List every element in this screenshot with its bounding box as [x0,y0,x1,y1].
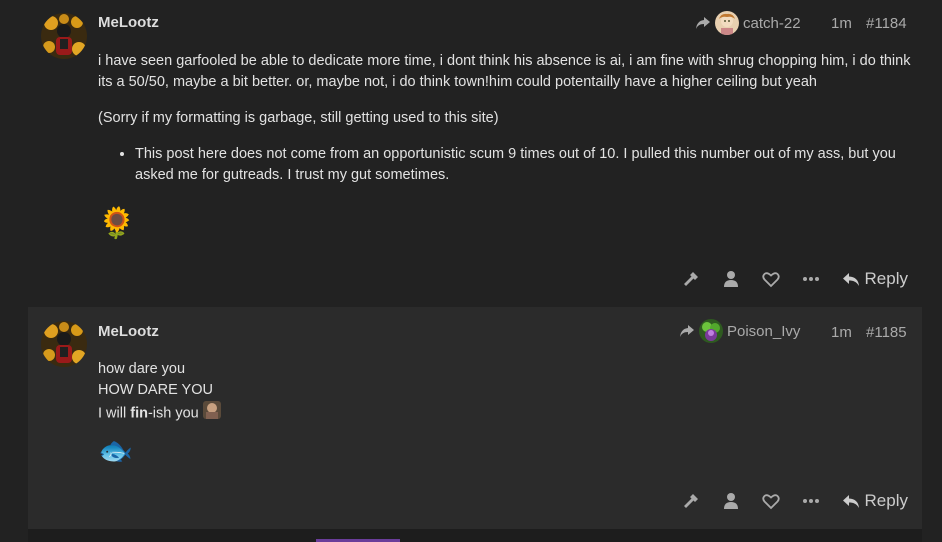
user-icon[interactable] [722,492,740,510]
sunflower-emoji: 🌻 [98,207,136,240]
post-time[interactable]: 1m [831,324,852,341]
reply-to-username: Poison_Ivy [727,322,801,340]
post-body: i have seen garfooled be able to dedicat… [98,51,918,186]
reply-arrow-icon [842,494,859,508]
user-icon[interactable] [722,270,740,288]
like-heart-icon[interactable] [761,493,780,510]
line-text: -ish you [147,405,199,422]
username[interactable]: MeLootz [98,323,159,340]
post-body: how dare you HOW DARE YOU I will fin-ish… [98,359,918,426]
share-arrow-icon [696,17,710,29]
reply-button[interactable]: Reply [842,269,908,289]
custom-emoji-icon [202,401,221,426]
post-number[interactable]: #1184 [866,15,907,32]
fish-emoji: 🐟 [98,435,133,466]
line-text: I will [98,405,131,422]
reply-to-tab[interactable]: catch-22 [695,11,801,35]
reply-button[interactable]: Reply [842,491,908,511]
admin-wrench-icon[interactable] [682,492,700,510]
avatar[interactable] [41,321,87,367]
bullet-list: This post here does not come from an opp… [98,144,918,186]
like-heart-icon[interactable] [761,271,780,288]
post-1184: MeLootz catch-22 1m #1184 i have seen ga… [28,0,922,307]
admin-wrench-icon[interactable] [682,270,700,288]
bold-text: fin [130,405,148,422]
reply-to-tab[interactable]: Poison_Ivy [679,319,800,343]
list-item: This post here does not come from an opp… [135,144,918,186]
reply-avatar [715,11,739,35]
post-line: I will fin-ish you [98,401,918,426]
post-time[interactable]: 1m [831,15,852,32]
post-paragraph: (Sorry if my formatting is garbage, stil… [98,110,499,126]
next-post-edge [28,529,922,542]
reply-label: Reply [864,491,908,510]
post-number[interactable]: #1185 [866,324,907,341]
more-options-icon[interactable] [802,498,820,504]
reply-avatar [699,319,723,343]
avatar[interactable] [41,13,87,59]
reply-to-username: catch-22 [743,14,801,32]
share-arrow-icon [680,325,694,337]
reply-label: Reply [864,269,908,288]
post-1185: MeLootz Poison_Ivy 1m #1185 how dare you… [28,307,922,529]
post-actions: Reply [682,491,908,511]
more-options-icon[interactable] [802,276,820,282]
post-paragraph: i have seen garfooled be able to dedicat… [98,53,911,90]
reply-arrow-icon [842,272,859,286]
post-actions: Reply [682,269,908,289]
username[interactable]: MeLootz [98,14,159,31]
post-line: how dare you [98,361,186,377]
post-line: HOW DARE YOU [98,382,213,398]
